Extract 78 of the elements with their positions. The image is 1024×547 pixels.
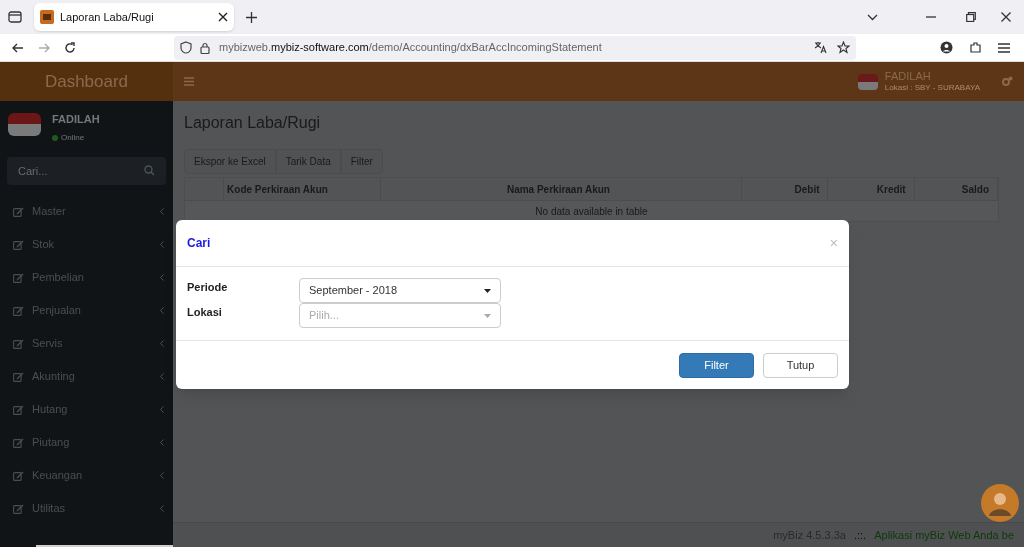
- sidebar-menu-item[interactable]: Piutang: [0, 426, 173, 459]
- edit-icon: [13, 338, 24, 349]
- field-label: Periode: [187, 280, 229, 295]
- edit-icon: [13, 206, 24, 217]
- chevron-left-icon: [160, 472, 164, 479]
- extensions-icon[interactable]: [969, 41, 982, 54]
- user-location: Lokasi : SBY - SURABAYA: [884, 84, 980, 92]
- translate-icon[interactable]: [814, 41, 827, 54]
- chevron-down-icon[interactable]: [867, 13, 878, 21]
- close-button[interactable]: ×: [829, 236, 838, 250]
- flag-avatar-icon: [8, 113, 41, 136]
- chevron-left-icon: [160, 241, 164, 248]
- column-header[interactable]: Kode Perkiraan Akun: [224, 178, 381, 200]
- tab-title: Laporan Laba/Rugi: [60, 9, 155, 25]
- flag-avatar-icon[interactable]: [857, 73, 878, 90]
- page-title: Laporan Laba/Rugi: [184, 113, 322, 133]
- edit-icon: [13, 305, 24, 316]
- column-header[interactable]: Nama Perkiraan Akun: [380, 178, 743, 200]
- chevron-left-icon: [160, 274, 164, 281]
- sidebar-menu-item[interactable]: Akunting: [0, 360, 173, 393]
- edit-icon: [13, 437, 24, 448]
- sidebar-menu-item[interactable]: Stok: [0, 228, 173, 261]
- new-tab-icon[interactable]: [246, 11, 257, 23]
- site-favicon: [40, 10, 54, 24]
- edit-icon: [13, 404, 24, 415]
- reload-icon[interactable]: [64, 41, 76, 54]
- select-field[interactable]: Pilih...: [299, 303, 501, 328]
- edit-icon: [13, 470, 24, 481]
- sidebar-menu-item[interactable]: Pembelian: [0, 261, 173, 294]
- lock-icon: [200, 41, 210, 54]
- sidebar-search-field[interactable]: Cari...: [7, 157, 166, 185]
- chevron-left-icon: [160, 208, 164, 215]
- close-icon[interactable]: [218, 12, 228, 22]
- sidebar-menu-item[interactable]: Penjualan: [0, 294, 173, 327]
- edit-icon: [13, 371, 24, 382]
- sidebar-menu-item[interactable]: Keuangan: [0, 459, 173, 492]
- url-text: mybizweb.mybiz-software.com/demo/Accounting/dxBarAccIncomingStatement: [219, 40, 603, 56]
- dialog-button[interactable]: Tutup: [763, 352, 838, 378]
- shield-icon: [180, 41, 192, 54]
- user-status: Online: [61, 131, 85, 144]
- sidebar-menu-item[interactable]: Hutang: [0, 393, 173, 426]
- column-header[interactable]: Saldo: [914, 178, 998, 200]
- browser-tab[interactable]: Laporan Laba/Rugi: [34, 3, 234, 31]
- user-name: FADILAH: [52, 112, 100, 127]
- sidebar-menu-item[interactable]: Utilitas: [0, 492, 173, 525]
- modal-title: Cari: [187, 235, 212, 252]
- restore-icon[interactable]: [966, 12, 976, 22]
- chevron-left-icon: [160, 373, 164, 380]
- app-brand[interactable]: Dashboard: [0, 62, 173, 101]
- toolbar-button[interactable]: Filter: [340, 149, 383, 174]
- chat-assistant-icon[interactable]: [981, 484, 1019, 522]
- marquee-text: Aplikasi myBiz Web Anda be: [874, 527, 1014, 543]
- chevron-left-icon: [160, 505, 164, 512]
- chevron-left-icon: [160, 340, 164, 347]
- caret-icon: [484, 288, 491, 293]
- column-header[interactable]: Kredit: [828, 178, 915, 200]
- tab-list-icon[interactable]: [8, 10, 22, 24]
- sidebar-menu-item[interactable]: Master: [0, 195, 173, 228]
- account-icon[interactable]: [940, 41, 953, 54]
- edit-icon: [13, 239, 24, 250]
- chevron-left-icon: [160, 439, 164, 446]
- chevron-left-icon: [160, 406, 164, 413]
- chevron-left-icon: [160, 307, 164, 314]
- edit-icon: [13, 272, 24, 283]
- separator-text: .::.: [853, 527, 867, 543]
- close-icon[interactable]: [1001, 12, 1011, 22]
- column-header[interactable]: Debit: [742, 178, 829, 200]
- select-field[interactable]: September - 2018: [299, 278, 501, 303]
- dialog-button[interactable]: Filter: [679, 352, 754, 378]
- toolbar-button[interactable]: Tarik Data: [275, 149, 341, 174]
- sidebar-menu-item[interactable]: Servis: [0, 327, 173, 360]
- menu-icon[interactable]: [998, 42, 1010, 53]
- caret-icon: [484, 313, 491, 318]
- back-arrow-icon[interactable]: [12, 41, 24, 54]
- field-label: Lokasi: [187, 305, 223, 320]
- star-icon[interactable]: [837, 41, 850, 54]
- address-bar[interactable]: mybizweb.mybiz-software.com/demo/Accounting/dxBarAccIncomingStatement: [174, 35, 856, 60]
- edit-icon: [13, 503, 24, 514]
